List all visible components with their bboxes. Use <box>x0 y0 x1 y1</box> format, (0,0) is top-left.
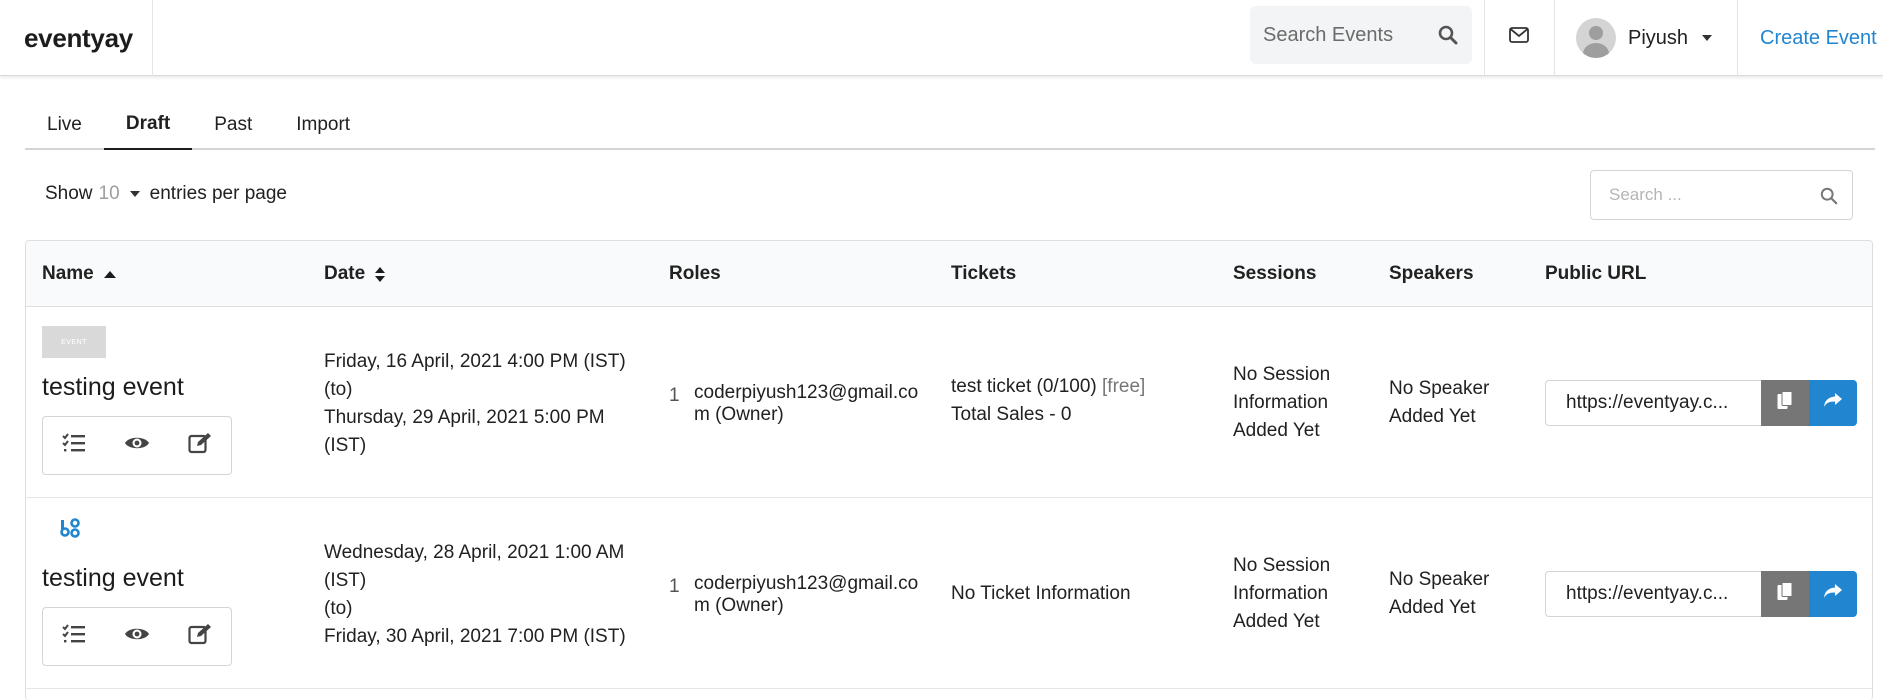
copy-url-button[interactable] <box>1761 571 1809 617</box>
messages-button[interactable] <box>1484 0 1554 76</box>
user-name: Piyush <box>1628 26 1689 49</box>
column-label: Date <box>324 263 366 284</box>
table-header: Name Date Roles Tickets Sessions Speaker… <box>26 241 1872 307</box>
ticket-info: test ticket (0/100) <box>951 376 1097 397</box>
event-status-tabs: Live Draft Past Import <box>25 100 1875 150</box>
navbar-divider <box>1737 0 1738 76</box>
events-table: Name Date Roles Tickets Sessions Speaker… <box>25 240 1873 700</box>
eye-icon <box>124 625 150 649</box>
table-search-box <box>1590 170 1853 220</box>
tasks-icon <box>62 623 86 650</box>
event-search-box <box>1250 6 1472 64</box>
sort-icon <box>375 266 386 282</box>
edit-icon <box>188 432 212 460</box>
entries-count-select[interactable]: 10 <box>99 183 120 205</box>
date-to-label: (to) <box>324 379 353 400</box>
event-logo-icon[interactable] <box>60 518 82 546</box>
event-speakers: No Speaker Added Yet <box>1389 378 1490 427</box>
caret-down-icon <box>1702 35 1713 41</box>
show-label: Show <box>45 183 93 204</box>
event-sessions: No Session Information Added Yet <box>1233 555 1331 632</box>
event-search-input[interactable] <box>1263 23 1433 47</box>
event-date: Wednesday, 28 April, 2021 1:00 AM (IST) … <box>324 539 634 651</box>
brand-logo[interactable]: eventyay <box>0 0 153 76</box>
event-name[interactable]: testing event <box>42 564 184 593</box>
column-header-public-url: Public URL <box>1545 263 1647 284</box>
column-header-tickets: Tickets <box>951 263 1017 284</box>
column-header-roles: Roles <box>669 263 721 284</box>
event-date: Friday, 16 April, 2021 4:00 PM (IST) (to… <box>324 348 644 460</box>
role-number: 1 <box>669 576 680 597</box>
ticket-info: No Ticket Information <box>951 583 1131 604</box>
entries-per-page-control: Show 10 entries per page <box>45 183 287 205</box>
view-button[interactable] <box>106 608 169 665</box>
date-end: Friday, 30 April, 2021 7:00 PM (IST) <box>324 626 626 647</box>
event-actions <box>42 607 232 666</box>
column-header-date[interactable]: Date <box>324 241 386 307</box>
edit-icon <box>188 623 212 651</box>
event-tickets: No Ticket Information <box>951 580 1221 608</box>
public-url-field[interactable]: https://eventyay.c... <box>1545 571 1761 617</box>
tab-past[interactable]: Past <box>192 100 274 150</box>
date-start: Wednesday, 28 April, 2021 1:00 AM (IST) <box>324 542 625 591</box>
checklist-button[interactable] <box>43 417 106 474</box>
dropdown-icon[interactable] <box>129 191 140 197</box>
event-actions <box>42 416 232 475</box>
create-event-link[interactable]: Create Event <box>1760 0 1877 76</box>
mail-icon <box>1509 27 1529 49</box>
checklist-button[interactable] <box>43 608 106 665</box>
event-roles: 1 coderpiyush123@gmail.com (Owner) <box>669 573 929 623</box>
top-navbar: eventyay Piyush Create Event <box>0 0 1883 76</box>
event-name[interactable]: testing event <box>42 373 184 402</box>
total-sales: Total Sales - 0 <box>951 404 1072 425</box>
event-sessions: No Session Information Added Yet <box>1233 364 1331 441</box>
event-roles: 1 coderpiyush123@gmail.com (Owner) <box>669 382 929 432</box>
column-header-name[interactable]: Name <box>42 241 116 307</box>
search-icon <box>1820 187 1838 211</box>
event-speakers: No Speaker Added Yet <box>1389 569 1490 618</box>
ticket-price-tag: [free] <box>1102 376 1146 397</box>
entries-suffix-label: entries per page <box>149 183 287 204</box>
user-menu[interactable]: Piyush <box>1554 0 1737 76</box>
date-end: Thursday, 29 April, 2021 5:00 PM (IST) <box>324 407 605 456</box>
role-number: 1 <box>669 385 680 406</box>
column-label: Name <box>42 263 94 284</box>
tab-draft[interactable]: Draft <box>103 100 193 150</box>
search-icon[interactable] <box>1438 25 1458 51</box>
tab-live[interactable]: Live <box>25 100 104 150</box>
edit-button[interactable] <box>168 417 231 474</box>
public-url-group: https://eventyay.c... <box>1545 380 1857 426</box>
copy-url-button[interactable] <box>1761 380 1809 426</box>
role-email: coderpiyush123@gmail.com (Owner) <box>694 573 919 616</box>
copy-icon <box>1777 390 1793 416</box>
tab-import[interactable]: Import <box>274 100 372 150</box>
event-thumbnail[interactable]: EVENT <box>42 326 106 358</box>
table-row: EVENT testing event Friday, 16 April, 20… <box>26 307 1872 498</box>
date-to-label: (to) <box>324 598 353 619</box>
public-url-field[interactable]: https://eventyay.c... <box>1545 380 1761 426</box>
avatar <box>1576 18 1616 58</box>
copy-icon <box>1777 581 1793 607</box>
column-header-sessions: Sessions <box>1233 263 1317 284</box>
public-url-group: https://eventyay.c... <box>1545 571 1857 617</box>
table-row: testing event Wednesday, 28 April, 2021 … <box>26 498 1872 689</box>
share-url-button[interactable] <box>1809 571 1857 617</box>
event-tickets: test ticket (0/100) [free] Total Sales -… <box>951 373 1221 429</box>
share-icon <box>1823 583 1843 605</box>
eye-icon <box>124 434 150 458</box>
share-url-button[interactable] <box>1809 380 1857 426</box>
column-header-speakers: Speakers <box>1389 263 1474 284</box>
share-icon <box>1823 392 1843 414</box>
sort-ascending-icon <box>103 270 116 278</box>
edit-button[interactable] <box>168 608 231 665</box>
table-search-input[interactable] <box>1609 185 1809 205</box>
view-button[interactable] <box>106 417 169 474</box>
date-start: Friday, 16 April, 2021 4:00 PM (IST) <box>324 351 626 372</box>
tasks-icon <box>62 432 86 459</box>
role-email: coderpiyush123@gmail.com (Owner) <box>694 382 919 425</box>
